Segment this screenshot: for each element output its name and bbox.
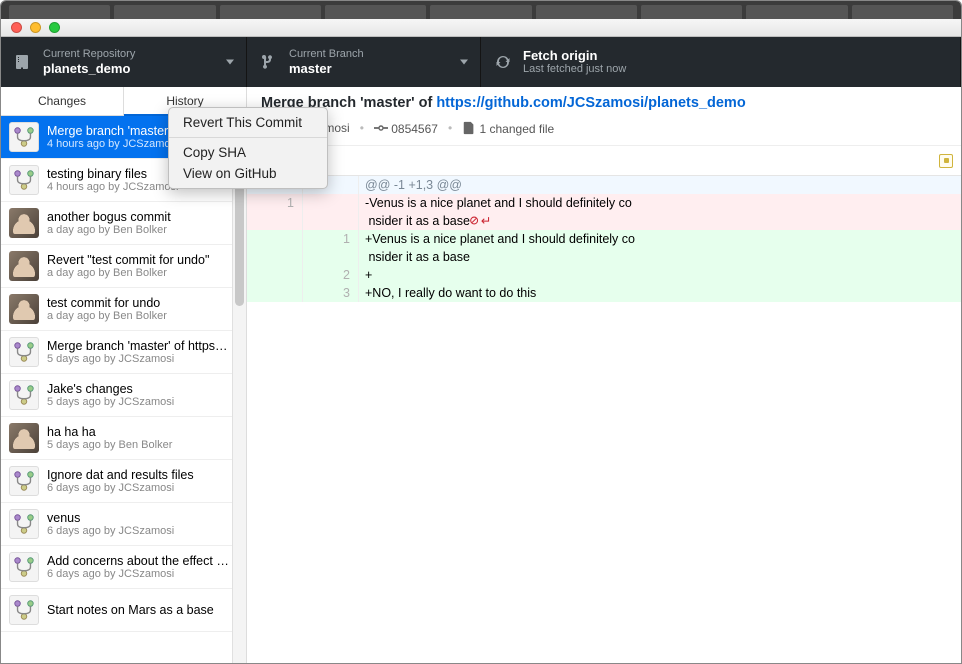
branch-label: Current Branch <box>289 48 364 61</box>
modified-indicator-icon <box>939 154 953 168</box>
commit-item[interactable]: Start notes on Mars as a base <box>1 589 246 632</box>
user-avatar <box>9 423 39 453</box>
fetch-status: Last fetched just now <box>523 63 626 76</box>
repo-name: planets_demo <box>43 61 135 77</box>
diff-line: 1+Venus is a nice planet and I should de… <box>247 230 961 248</box>
diff-line: 3+NO, I really do want to do this <box>247 284 961 302</box>
merge-avatar <box>9 337 39 367</box>
merge-avatar <box>9 509 39 539</box>
diff-line: 2+ <box>247 266 961 284</box>
file-diff-icon <box>462 121 476 135</box>
commit-meta: 5 days ago by JCSzamosi <box>47 353 238 365</box>
merge-avatar <box>9 466 39 496</box>
tab-changes[interactable]: Changes <box>1 87 124 116</box>
commit-icon <box>374 121 388 135</box>
commit-title: Ignore dat and results files <box>47 468 238 482</box>
commit-title: Merge branch 'master' of https://github.… <box>261 95 947 111</box>
sidebar-scrollbar[interactable] <box>232 116 246 663</box>
menu-copy-sha[interactable]: Copy SHA <box>169 142 327 163</box>
fetch-label: Fetch origin <box>523 48 626 64</box>
commit-item[interactable]: ha ha ha5 days ago by Ben Bolker <box>1 417 246 460</box>
chevron-down-icon <box>226 60 234 65</box>
merge-avatar <box>9 380 39 410</box>
diff-view: @@ -1 +1,3 @@1-Venus is a nice planet an… <box>247 176 961 663</box>
commit-item[interactable]: another bogus commita day ago by Ben Bol… <box>1 202 246 245</box>
merge-avatar <box>9 552 39 582</box>
commit-list[interactable]: Merge branch 'master' of https…4 hours a… <box>1 116 246 663</box>
merge-avatar <box>9 595 39 625</box>
commit-item[interactable]: Add concerns about the effect …6 days ag… <box>1 546 246 589</box>
repo-label: Current Repository <box>43 48 135 61</box>
commit-context-menu: Revert This Commit Copy SHA View on GitH… <box>168 107 328 189</box>
commit-title: Revert "test commit for undo" <box>47 253 238 267</box>
commit-title: test commit for undo <box>47 296 238 310</box>
current-repository-dropdown[interactable]: Current Repository planets_demo <box>1 37 247 87</box>
diff-line: nsider it as a base <box>247 248 961 266</box>
fetch-origin-button[interactable]: Fetch origin Last fetched just now <box>481 37 961 87</box>
commit-meta: a day ago by Ben Bolker <box>47 224 238 236</box>
commit-item[interactable]: Revert "test commit for undo"a day ago b… <box>1 245 246 288</box>
commit-subheader: JCSzamosi • 0854567 • 1 changed file <box>247 115 961 146</box>
browser-tabstrip <box>1 1 961 19</box>
commit-item[interactable]: Ignore dat and results files6 days ago b… <box>1 460 246 503</box>
branch-name: master <box>289 61 364 77</box>
commit-meta: 6 days ago by JCSzamosi <box>47 568 238 580</box>
commit-title: another bogus commit <box>47 210 238 224</box>
current-branch-dropdown[interactable]: Current Branch master <box>247 37 481 87</box>
user-avatar <box>9 251 39 281</box>
user-avatar <box>9 208 39 238</box>
commit-title: Jake's changes <box>47 382 238 396</box>
commit-detail-pane: Merge branch 'master' of https://github.… <box>247 87 961 663</box>
commit-item[interactable]: Jake's changes5 days ago by JCSzamosi <box>1 374 246 417</box>
minimize-window-button[interactable] <box>30 22 41 33</box>
commit-item[interactable]: venus6 days ago by JCSzamosi <box>1 503 246 546</box>
menu-separator <box>169 137 327 138</box>
commit-meta: a day ago by Ben Bolker <box>47 267 238 279</box>
maximize-window-button[interactable] <box>49 22 60 33</box>
sync-icon <box>495 54 511 70</box>
chevron-down-icon <box>460 60 468 65</box>
commit-title: Start notes on Mars as a base <box>47 603 238 617</box>
commit-item[interactable]: Merge branch 'master' of https…5 days ag… <box>1 331 246 374</box>
commit-title-link[interactable]: https://github.com/JCSzamosi/planets_dem… <box>436 95 745 111</box>
user-avatar <box>9 294 39 324</box>
commit-title: venus <box>47 511 238 525</box>
merge-avatar <box>9 165 39 195</box>
commit-meta: a day ago by Ben Bolker <box>47 310 238 322</box>
diff-line: nsider it as a base↵ <box>247 212 961 230</box>
menu-revert-commit[interactable]: Revert This Commit <box>169 112 327 133</box>
commit-title: ha ha ha <box>47 425 238 439</box>
menu-view-on-github[interactable]: View on GitHub <box>169 163 327 184</box>
commit-sha: 0854567 <box>374 121 438 136</box>
commit-item[interactable]: test commit for undoa day ago by Ben Bol… <box>1 288 246 331</box>
window-controls <box>1 19 961 37</box>
commit-title: Merge branch 'master' of https… <box>47 339 238 353</box>
merge-avatar <box>9 122 39 152</box>
diff-line: 1-Venus is a nice planet and I should de… <box>247 194 961 212</box>
commit-meta: 6 days ago by JCSzamosi <box>47 525 238 537</box>
commit-title: Add concerns about the effect … <box>47 554 238 568</box>
branch-icon <box>261 54 277 70</box>
changed-files-count: 1 changed file <box>462 121 554 136</box>
close-window-button[interactable] <box>11 22 22 33</box>
file-header-bar[interactable] <box>247 146 961 176</box>
commit-meta: 5 days ago by JCSzamosi <box>47 396 238 408</box>
app-toolbar: Current Repository planets_demo Current … <box>1 37 961 87</box>
repo-icon <box>15 54 31 70</box>
commit-meta: 6 days ago by JCSzamosi <box>47 482 238 494</box>
commit-meta: 5 days ago by Ben Bolker <box>47 439 238 451</box>
